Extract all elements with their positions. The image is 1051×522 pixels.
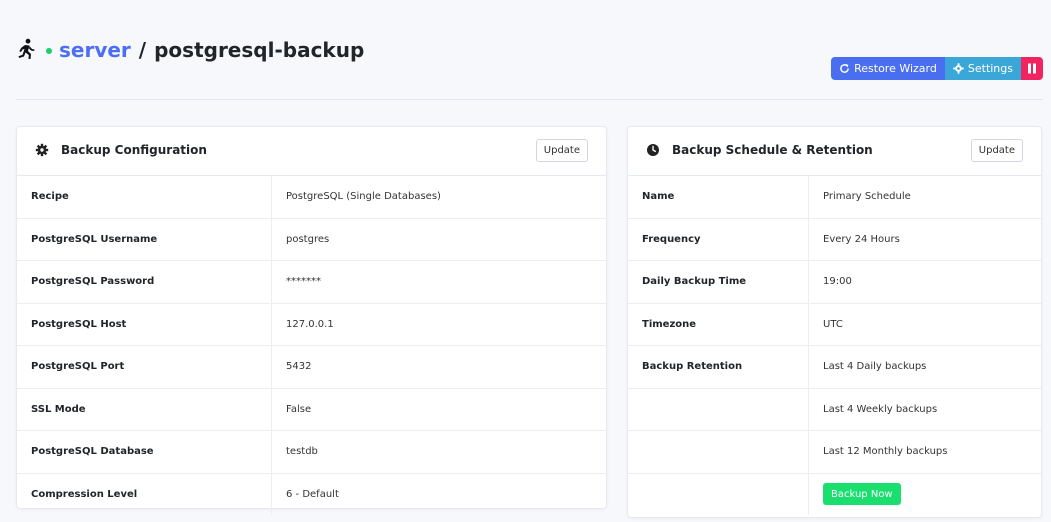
- card-title: Backup Configuration: [61, 143, 207, 157]
- row-key: PostgreSQL Host: [17, 303, 272, 346]
- row-key: PostgreSQL Port: [17, 345, 272, 389]
- table-row: Daily Backup Time 19:00: [628, 260, 1041, 304]
- row-key: Backup Retention: [628, 345, 809, 389]
- update-schedule-button[interactable]: Update: [970, 139, 1023, 162]
- pause-icon: [1028, 63, 1036, 74]
- table-row: PostgreSQL Password *******: [17, 260, 606, 304]
- row-key: [628, 388, 809, 431]
- table-row: Last 4 Weekly backups: [628, 388, 1041, 431]
- backup-now-button[interactable]: Backup Now: [823, 483, 901, 506]
- row-value: Primary Schedule: [808, 176, 1041, 219]
- table-row: Frequency Every 24 Hours: [628, 218, 1041, 261]
- clock-icon: [647, 144, 659, 156]
- running-person-icon: [18, 38, 35, 59]
- breadcrumb-server-link[interactable]: server: [59, 38, 131, 62]
- config-table: Recipe PostgreSQL (Single Databases) Pos…: [17, 176, 606, 515]
- page-header: server / postgresql-backup Restore Wizar…: [16, 38, 1043, 80]
- backup-now-cell: Backup Now: [808, 473, 1041, 515]
- table-row: Timezone UTC: [628, 303, 1041, 346]
- row-key: Compression Level: [31, 488, 138, 500]
- row-value: 5432: [271, 345, 606, 389]
- table-row: Backup Now: [628, 473, 1041, 515]
- settings-label: Settings: [967, 62, 1013, 75]
- table-row: SSL Mode False: [17, 388, 606, 431]
- backup-schedule-card: Backup Schedule & Retention Update Name …: [627, 126, 1042, 518]
- pause-button[interactable]: [1021, 57, 1043, 80]
- row-value: postgres: [271, 218, 606, 261]
- row-value: Last 4 Daily backups: [808, 345, 1041, 389]
- card-title: Backup Schedule & Retention: [672, 143, 873, 157]
- table-row: PostgreSQL Port 5432: [17, 345, 606, 389]
- table-row: Compression Level 6 - Default: [17, 473, 606, 515]
- restore-wizard-label: Restore Wizard: [854, 62, 937, 75]
- breadcrumb-current: postgresql-backup: [154, 38, 365, 62]
- row-key: Frequency: [628, 218, 809, 261]
- status-dot: [46, 48, 52, 54]
- recipe-link[interactable]: PostgreSQL (Single Databases): [271, 176, 606, 219]
- row-value: *******: [271, 260, 606, 304]
- update-config-button[interactable]: Update: [535, 139, 588, 162]
- row-value: 127.0.0.1: [271, 303, 606, 346]
- header-actions: Restore Wizard Settings: [831, 57, 1043, 80]
- row-key: PostgreSQL Password: [17, 260, 272, 304]
- row-key: [628, 473, 809, 515]
- table-row: Backup Retention Last 4 Daily backups: [628, 345, 1041, 389]
- refresh-icon: [840, 63, 850, 73]
- card-header: Backup Schedule & Retention Update: [628, 127, 1041, 176]
- table-row: Name Primary Schedule: [628, 176, 1041, 219]
- table-row: Last 12 Monthly backups: [628, 430, 1041, 474]
- table-row: Recipe PostgreSQL (Single Databases): [17, 176, 606, 219]
- gear-icon: [35, 143, 49, 157]
- row-value: Last 12 Monthly backups: [808, 430, 1041, 474]
- row-key: PostgreSQL Database: [17, 430, 272, 474]
- row-value: testdb: [271, 430, 606, 474]
- row-key: Name: [628, 176, 809, 219]
- header-divider: [16, 99, 1043, 100]
- row-value: 19:00: [808, 260, 1041, 304]
- card-header: Backup Configuration Update: [17, 127, 606, 176]
- settings-button[interactable]: Settings: [944, 57, 1021, 80]
- row-key: Daily Backup Time: [628, 260, 809, 304]
- restore-wizard-button[interactable]: Restore Wizard: [831, 57, 945, 80]
- row-key: SSL Mode: [17, 388, 272, 431]
- row-key: Recipe: [17, 176, 272, 219]
- row-value: False: [271, 388, 606, 431]
- row-key: Timezone: [628, 303, 809, 346]
- schedule-table: Name Primary Schedule Frequency Every 24…: [628, 176, 1041, 515]
- row-value: Last 4 Weekly backups: [808, 388, 1041, 431]
- row-value: UTC: [808, 303, 1041, 346]
- breadcrumb-separator: /: [138, 38, 147, 62]
- row-key: PostgreSQL Username: [17, 218, 272, 261]
- row-key: [628, 430, 809, 474]
- gear-icon: [953, 63, 964, 74]
- row-value: Every 24 Hours: [808, 218, 1041, 261]
- row-value: 6 - Default: [271, 473, 606, 515]
- table-row: PostgreSQL Host 127.0.0.1: [17, 303, 606, 346]
- backup-configuration-card: Backup Configuration Update Recipe Postg…: [16, 126, 607, 515]
- table-row: PostgreSQL Username postgres: [17, 218, 606, 261]
- page-title: server / postgresql-backup: [16, 38, 364, 62]
- table-row: PostgreSQL Database testdb: [17, 430, 606, 474]
